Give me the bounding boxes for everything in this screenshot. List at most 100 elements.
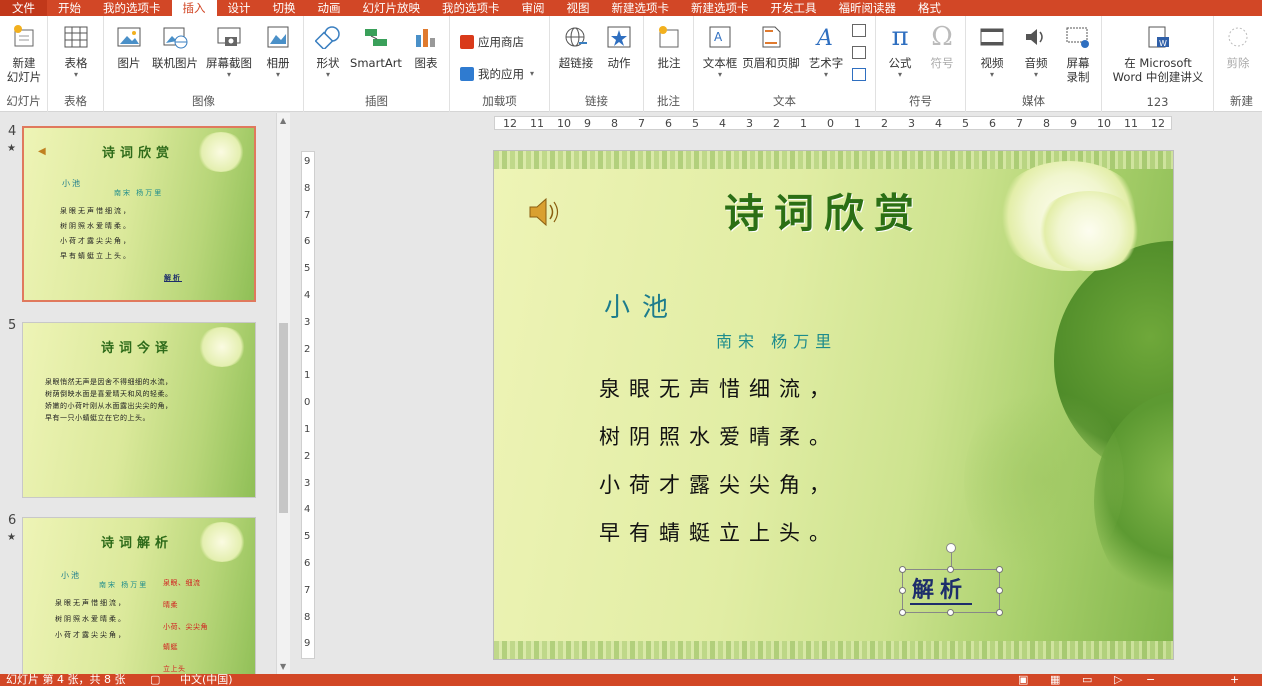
tab-11[interactable]: 新建选项卡 — [601, 0, 681, 16]
trim-icon — [1224, 22, 1252, 52]
smartart-button[interactable]: SmartArt — [348, 22, 404, 70]
online-picture-button[interactable]: 联机图片 — [148, 22, 202, 70]
tab-5[interactable]: 切换 — [262, 0, 307, 16]
poem-line[interactable]: 早有蜻蜓立上头。 — [599, 517, 839, 547]
scroll-down-arrow-icon[interactable]: ▼ — [280, 662, 286, 671]
poem-line[interactable]: 小荷才露尖尖角， — [599, 469, 839, 499]
picture-button[interactable]: 图片 — [112, 22, 146, 70]
tab-6[interactable]: 动画 — [307, 0, 352, 16]
video-button[interactable]: 视频 ▾ — [972, 22, 1012, 80]
word-handout-button[interactable]: W 在 Microsoft Word 中创建讲义 — [1106, 22, 1210, 84]
header-footer-button[interactable]: 页眉和页脚 — [740, 22, 802, 70]
resize-handle[interactable] — [899, 587, 906, 594]
speaker-audio-icon — [1022, 22, 1050, 52]
new-slide-button[interactable]: 新建 幻灯片 — [2, 22, 46, 84]
tab-13[interactable]: 开发工具 — [760, 0, 828, 16]
zoom-in-icon[interactable]: + — [1230, 674, 1239, 686]
resize-handle[interactable] — [996, 609, 1003, 616]
tab-9[interactable]: 审阅 — [511, 0, 556, 16]
date-time-icon[interactable] — [852, 24, 866, 37]
tab-8[interactable]: 我的选项卡 — [431, 0, 511, 16]
slideshow-icon[interactable]: ▷ — [1114, 674, 1122, 686]
tab-0[interactable]: 文件 — [0, 0, 47, 16]
comment-button[interactable]: 批注 — [650, 22, 688, 70]
shapes-button[interactable]: 形状 ▾ — [310, 22, 346, 80]
audio-button[interactable]: 音频 ▾ — [1016, 22, 1056, 80]
poem-author[interactable]: 南宋 杨万里 — [716, 328, 837, 352]
vertical-ruler: 9 8 7 6 5 4 3 2 1 0 1 2 3 4 5 6 7 8 9 — [301, 151, 315, 659]
animation-star-icon: ★ — [7, 143, 16, 154]
lotus-decoration — [197, 327, 247, 367]
animation-star-icon: ★ — [7, 532, 16, 543]
object-icon[interactable] — [852, 68, 866, 81]
poem-line[interactable]: 泉眼无声惜细流， — [599, 373, 839, 403]
scroll-up-arrow-icon[interactable]: ▲ — [280, 116, 286, 125]
app-store-button[interactable]: 应用商店 — [460, 34, 524, 50]
poem-line[interactable]: 树阴照水爱晴柔。 — [599, 421, 839, 451]
trim-button[interactable]: 剪除 — [1220, 22, 1256, 70]
resize-handle[interactable] — [899, 609, 906, 616]
symbol-button[interactable]: Ω 符号 — [922, 22, 962, 70]
slide-thumbnail-5[interactable]: 诗词今译 泉眼悄然无声是因舍不得细细的水流， 树荫倒映水面是喜爱晴天和风的轻柔。… — [22, 322, 256, 498]
ribbon-tab-bar: 文件 开始 我的选项卡 插入 设计 切换 动画 幻灯片放映 我的选项卡 审阅 视图 新建选项卡 新建选项… — [0, 0, 1262, 16]
svg-text:W: W — [1159, 39, 1167, 48]
tab-3[interactable]: 插入 — [171, 0, 217, 16]
slide-number-icon[interactable] — [852, 46, 866, 59]
group-label-links: 链接 — [585, 94, 608, 108]
audio-speaker-icon[interactable] — [526, 196, 562, 228]
zoom-out-icon[interactable]: − — [1146, 674, 1155, 686]
tab-1[interactable]: 开始 — [47, 0, 92, 16]
rotate-handle[interactable] — [946, 543, 956, 553]
thumbnail-scrollbar[interactable]: ▲ ▼ — [276, 113, 290, 674]
screen-record-button[interactable]: 屏幕 录制 — [1058, 22, 1098, 84]
tab-4[interactable]: 设计 — [217, 0, 262, 16]
tab-7[interactable]: 幻灯片放映 — [352, 0, 432, 16]
slide-thumbnail-panel: 4 ★ ◀ 诗词欣赏 小池 南宋 杨万里 泉眼无声惜细流， 树阴照水爱晴柔。 小… — [0, 113, 276, 674]
current-slide[interactable]: 诗词欣赏 小池 南宋 杨万里 泉眼无声惜细流， 树阴照水爱晴柔。 小荷才露尖尖角… — [493, 150, 1174, 660]
screenshot-button[interactable]: 屏幕截图 ▾ — [202, 22, 256, 80]
online-picture-icon — [161, 22, 189, 52]
chart-icon — [412, 22, 440, 52]
normal-view-icon[interactable]: ▣ — [1018, 674, 1028, 686]
language-status[interactable]: 中文(中国) — [180, 674, 233, 686]
ruler-tick-label: 6 — [989, 117, 996, 130]
textbox-button[interactable]: A 文本框 ▾ — [698, 22, 742, 80]
tab-12[interactable]: 新建选项卡 — [680, 0, 760, 16]
resize-handle[interactable] — [996, 566, 1003, 573]
resize-handle[interactable] — [947, 609, 954, 616]
reading-view-icon[interactable]: ▭ — [1082, 674, 1092, 686]
slide-thumbnail-4[interactable]: ◀ 诗词欣赏 小池 南宋 杨万里 泉眼无声惜细流， 树阴照水爱晴柔。 小荷才露尖… — [22, 126, 256, 302]
spelling-icon[interactable]: ▢ — [150, 674, 160, 686]
my-apps-button[interactable]: 我的应用 ▾ — [460, 66, 534, 82]
album-button[interactable]: 相册 ▾ — [258, 22, 298, 80]
ruler-tick-label: 7 — [304, 584, 311, 596]
tab-2[interactable]: 我的选项卡 — [92, 0, 172, 16]
scrollbar-thumb[interactable] — [279, 323, 288, 513]
photo-album-icon — [264, 22, 292, 52]
tab-14[interactable]: 福昕阅读器 — [828, 0, 908, 16]
slide-thumbnail-6[interactable]: 诗词解析 小池 南宋 杨万里 泉眼无声惜细流， 树阴照水爱晴柔。 小荷才露尖尖角… — [22, 517, 256, 674]
tab-15[interactable]: 格式 — [907, 0, 952, 16]
slide-title[interactable]: 诗词欣赏 — [724, 181, 924, 239]
analysis-link-text[interactable]: 解析 — [912, 572, 968, 604]
resize-handle[interactable] — [899, 566, 906, 573]
ruler-tick-label: 5 — [304, 263, 311, 275]
chart-button[interactable]: 图表 — [408, 22, 444, 70]
slide-sorter-icon[interactable]: ▦ — [1050, 674, 1060, 686]
hyperlink-button[interactable]: 超链接 — [554, 22, 598, 70]
action-button[interactable]: 动作 — [600, 22, 638, 70]
table-button[interactable]: 表格 ▾ — [58, 22, 94, 80]
wordart-button[interactable]: A 艺术字 ▾ — [806, 22, 846, 80]
resize-handle[interactable] — [996, 587, 1003, 594]
bottom-pattern-border — [494, 641, 1173, 659]
group-label-symbols: 符号 — [909, 94, 932, 108]
ruler-tick-label: 7 — [1016, 117, 1023, 130]
header-footer-icon — [757, 22, 785, 52]
tab-10[interactable]: 视图 — [556, 0, 601, 16]
ruler-tick-label: 4 — [304, 290, 311, 301]
omega-symbol-icon: Ω — [931, 22, 953, 52]
equation-button[interactable]: π 公式 ▾ — [880, 22, 920, 80]
ruler-tick-label: 4 — [935, 117, 942, 130]
group-links: 超链接 动作 链接 — [550, 16, 644, 112]
poem-title[interactable]: 小池 — [604, 287, 680, 324]
